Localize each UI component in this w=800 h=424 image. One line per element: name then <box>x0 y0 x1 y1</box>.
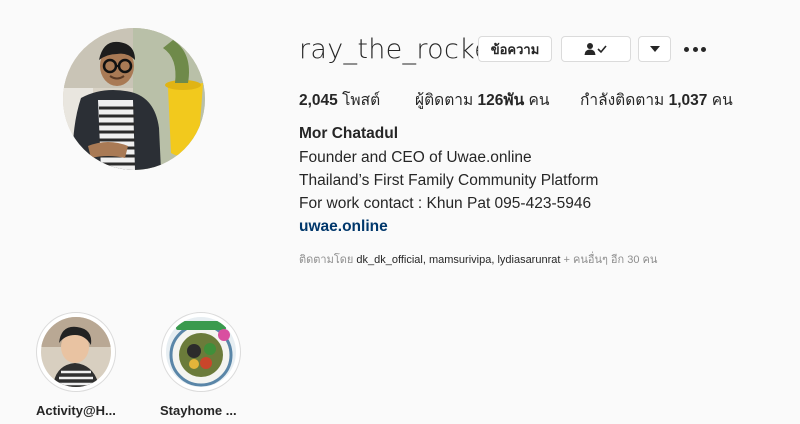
followers-label: ผู้ติดตาม <box>415 92 474 109</box>
person-check-icon <box>584 43 607 55</box>
highlight-photo <box>166 317 236 387</box>
posts-label: โพสต์ <box>342 92 381 109</box>
profile-username: ray_the_rocket <box>299 34 502 65</box>
bio-website-link[interactable]: uwae.online <box>299 218 388 236</box>
followers-suffix: คน <box>528 92 550 109</box>
following-link[interactable]: กำลังติดตาม 1,037 คน <box>580 87 733 112</box>
profile-avatar[interactable] <box>63 28 205 170</box>
dot <box>692 46 698 52</box>
bio-line: For work contact : Khun Pat 095-423-5946 <box>299 195 592 212</box>
highlight-cover <box>41 317 111 387</box>
following-label: กำลังติดตาม <box>580 92 665 109</box>
caret-down-icon <box>649 46 660 52</box>
ellipsis-icon[interactable] <box>684 40 706 58</box>
message-button[interactable]: ข้อความ <box>478 36 552 62</box>
posts-count: 2,045 โพสต์ <box>299 87 380 112</box>
bio-line: Thailand’s First Family Community Platfo… <box>299 172 599 189</box>
highlight-item[interactable] <box>36 312 116 392</box>
followers-number: 126พัน <box>477 92 525 109</box>
dot <box>701 46 706 52</box>
followed-by-label: ติดตามโดย <box>299 254 354 266</box>
followed-by[interactable]: ติดตามโดย dk_dk_official, mamsurivipa, l… <box>299 250 657 268</box>
profile-full-name: Mor Chatadul <box>299 125 399 142</box>
highlight-label[interactable]: Stayhome ... <box>160 403 237 418</box>
followed-by-users: dk_dk_official, mamsurivipa, lydiasarunr… <box>356 254 561 266</box>
dot <box>684 46 689 52</box>
followers-link[interactable]: ผู้ติดตาม 126พัน คน <box>415 87 549 112</box>
highlight-photo <box>41 317 111 387</box>
posts-number: 2,045 <box>299 92 338 109</box>
suggestions-dropdown-button[interactable] <box>638 36 671 62</box>
bio-line: Founder and CEO of Uwae.online <box>299 149 532 166</box>
following-button[interactable] <box>561 36 631 62</box>
avatar-photo <box>63 28 205 170</box>
highlight-item[interactable] <box>161 312 241 392</box>
followed-by-more: + คนอื่นๆ อีก 30 คน <box>563 254 658 266</box>
highlight-label[interactable]: Activity@H... <box>36 403 116 418</box>
following-number: 1,037 <box>668 92 708 109</box>
following-suffix: คน <box>711 92 733 109</box>
highlight-cover <box>166 317 236 387</box>
